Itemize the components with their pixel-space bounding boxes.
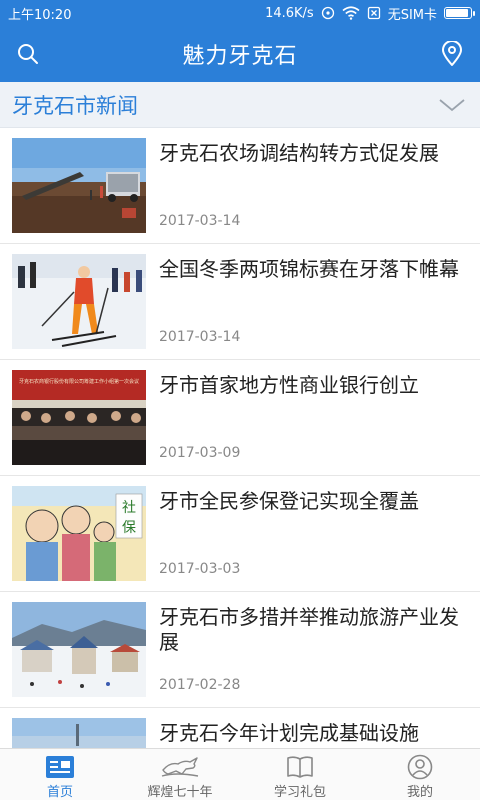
network-speed: 14.6K/s (265, 5, 314, 21)
news-text: 牙市全民参保登记实现全覆盖 2017-03-03 (159, 486, 468, 581)
news-icon (46, 756, 74, 778)
news-text: 牙克石今年计划完成基础设施 (159, 718, 468, 748)
search-icon (18, 44, 38, 64)
user-icon (407, 754, 433, 780)
thumbnail-poster-char: 保 (122, 520, 136, 536)
nav-item-study-pack[interactable]: 学习礼包 (240, 749, 360, 800)
battery-icon (444, 7, 475, 19)
nav-item-mine[interactable]: 我的 (360, 749, 480, 800)
news-thumbnail (12, 254, 146, 349)
thumbnail-banner-text: 牙克石农商银行股份有限公司筹建工作小组第一次会议 (19, 378, 139, 385)
status-bar: 上午10:20 14.6K/s 无SIM卡 (0, 0, 480, 26)
nav-item-home[interactable]: 首页 (0, 749, 120, 800)
news-thumbnail (12, 602, 146, 697)
nav-label: 学习礼包 (273, 785, 326, 800)
nav-label: 首页 (46, 785, 73, 800)
news-thumbnail (12, 138, 146, 233)
news-item[interactable]: 全国冬季两项锦标赛在牙落下帷幕 2017-03-14 (0, 244, 480, 360)
nav-label: 我的 (406, 785, 433, 800)
location-pin-icon (442, 41, 462, 66)
news-text: 牙市首家地方性商业银行创立 2017-03-09 (159, 370, 468, 465)
hd-icon (321, 6, 335, 20)
status-time: 上午10:20 (8, 7, 72, 23)
section-header[interactable]: 牙克石市新闻 (0, 82, 480, 128)
status-indicators: 14.6K/s 无SIM卡 (265, 4, 475, 23)
news-text: 牙克石市多措并举推动旅游产业发展 2017-02-28 (159, 602, 468, 697)
thumbnail-poster-char: 社 (122, 500, 136, 516)
news-text: 全国冬季两项锦标赛在牙落下帷幕 2017-03-14 (159, 254, 468, 349)
app-header: 魅力牙克石 (0, 26, 480, 82)
news-date: 2017-03-14 (159, 213, 241, 229)
news-date: 2017-03-14 (159, 329, 241, 345)
news-thumbnail (12, 718, 146, 748)
nav-item-seventy-years[interactable]: 辉煌七十年 (120, 749, 240, 800)
news-item[interactable]: 牙克石今年计划完成基础设施 (0, 708, 480, 748)
news-title: 全国冬季两项锦标赛在牙落下帷幕 (159, 257, 459, 281)
news-thumbnail: 牙克石农商银行股份有限公司筹建工作小组第一次会议 (12, 370, 146, 465)
news-item[interactable]: 牙克石市多措并举推动旅游产业发展 2017-02-28 (0, 592, 480, 708)
wifi-icon (342, 6, 360, 20)
news-title: 牙克石今年计划完成基础设施 (159, 721, 419, 745)
nav-label: 辉煌七十年 (147, 785, 213, 800)
news-date: 2017-03-03 (159, 561, 241, 577)
chevron-down-icon[interactable] (438, 97, 466, 113)
bottom-nav: 首页 辉煌七十年 学习礼包 我的 (0, 748, 480, 800)
book-icon (287, 756, 313, 778)
news-thumbnail: 社 保 (12, 486, 146, 581)
section-title: 牙克石市新闻 (12, 93, 138, 118)
horse-icon (161, 757, 199, 777)
location-button[interactable] (424, 26, 480, 82)
sim-status: 无SIM卡 (387, 7, 437, 23)
news-title: 牙克石市多措并举推动旅游产业发展 (159, 605, 459, 654)
battery-level (446, 9, 468, 17)
news-date: 2017-03-09 (159, 445, 241, 461)
no-sim-icon (367, 6, 381, 20)
news-list: 牙克石农场调结构转方式促发展 2017-03-14 全国冬季两项锦标赛在牙落下帷… (0, 128, 480, 748)
news-title: 牙市首家地方性商业银行创立 (159, 373, 419, 397)
news-item[interactable]: 牙克石农商银行股份有限公司筹建工作小组第一次会议 牙市首家地方性商业银行创立 2… (0, 360, 480, 476)
app-title: 魅力牙克石 (182, 44, 298, 69)
news-date: 2017-02-28 (159, 677, 241, 693)
news-title: 牙市全民参保登记实现全覆盖 (159, 489, 419, 513)
news-item[interactable]: 社 保 牙市全民参保登记实现全覆盖 2017-03-03 (0, 476, 480, 592)
news-item[interactable]: 牙克石农场调结构转方式促发展 2017-03-14 (0, 128, 480, 244)
search-button[interactable] (0, 26, 56, 82)
news-title: 牙克石农场调结构转方式促发展 (159, 141, 439, 165)
news-text: 牙克石农场调结构转方式促发展 2017-03-14 (159, 138, 468, 233)
